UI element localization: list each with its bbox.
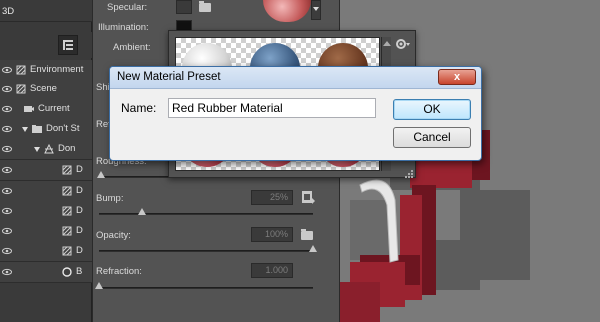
bump-slider[interactable] [99, 213, 313, 215]
roughness-slider[interactable] [99, 176, 175, 178]
light-icon [62, 267, 72, 277]
layer-label: D [76, 205, 83, 216]
layer-row[interactable]: D [0, 241, 92, 262]
visibility-eye-icon[interactable] [2, 246, 12, 256]
layer-label: B [76, 266, 83, 277]
camera-icon [24, 104, 34, 114]
refraction-value-field[interactable]: 1.000 [251, 263, 293, 278]
material-icon [62, 186, 72, 196]
layer-row[interactable]: Don [0, 139, 92, 160]
dialog-title: New Material Preset [117, 71, 221, 83]
filter-toolbar [0, 32, 92, 58]
layer-label: D [76, 225, 83, 236]
chevron-down-icon [313, 7, 319, 11]
visibility-eye-icon[interactable] [2, 226, 12, 236]
layer-label: D [76, 185, 83, 196]
3d-layers-panel: 3D Environment Scene Current Don't St Don D D D… [0, 0, 92, 322]
material-icon [62, 246, 72, 256]
layer-label: Scene [30, 83, 57, 94]
scroll-up-icon[interactable] [383, 41, 391, 46]
layer-row[interactable]: Environment [0, 60, 92, 81]
dialog-title-bar[interactable]: New Material Preset x [110, 67, 481, 89]
bump-value-field[interactable]: 25% [251, 190, 293, 205]
scene-filter-button[interactable] [58, 35, 78, 55]
opacity-slider[interactable] [99, 250, 313, 252]
roughness-slider-thumb[interactable] [97, 171, 105, 178]
specular-label: Specular: [107, 2, 148, 13]
layer-row[interactable]: D [0, 201, 92, 222]
refraction-slider-thumb[interactable] [95, 282, 103, 289]
layer-label: Don [58, 143, 76, 154]
visibility-eye-icon[interactable] [2, 144, 12, 154]
opacity-slider-thumb[interactable] [309, 245, 317, 252]
scene-tree-icon [63, 40, 73, 50]
layer-label: Current [38, 103, 70, 114]
gear-icon[interactable] [395, 37, 411, 51]
material-preview-ball[interactable] [263, 0, 311, 22]
visibility-eye-icon[interactable] [2, 186, 12, 196]
resize-grip-icon[interactable] [405, 169, 413, 178]
illumination-label: Illumination: [98, 22, 149, 33]
scene-icon [16, 84, 26, 94]
layer-label: Environment [30, 64, 84, 75]
layer-row[interactable]: D [0, 221, 92, 242]
ambient-label: Ambient: [113, 42, 151, 53]
visibility-eye-icon[interactable] [2, 206, 12, 216]
visibility-eye-icon[interactable] [2, 124, 12, 134]
folder-icon[interactable] [301, 229, 313, 240]
visibility-eye-icon[interactable] [2, 65, 12, 75]
visibility-eye-icon[interactable] [2, 104, 12, 114]
opacity-value-field[interactable]: 100% [251, 227, 293, 242]
name-label: Name: [121, 101, 157, 115]
layer-label: Don't St [46, 123, 80, 134]
bump-texture-icon[interactable] [301, 190, 315, 204]
layer-label: D [76, 164, 83, 175]
close-button[interactable]: x [438, 69, 476, 85]
shine-label: Shi [96, 82, 110, 93]
chevron-down-icon[interactable] [34, 147, 40, 152]
close-icon: x [453, 71, 461, 83]
mesh-folder-icon [32, 124, 42, 134]
name-input[interactable] [168, 98, 376, 118]
chevron-down-icon[interactable] [22, 127, 28, 132]
material-icon [62, 226, 72, 236]
panel-tab-bar: 3D [0, 0, 92, 22]
layer-row[interactable]: Don't St [0, 119, 92, 140]
tab-3d[interactable]: 3D [2, 6, 14, 17]
material-picker-toggle[interactable] [311, 0, 321, 20]
opacity-label: Opacity: [96, 230, 131, 241]
layer-row[interactable]: Scene [0, 79, 92, 100]
layer-row[interactable]: D [0, 160, 92, 181]
visibility-eye-icon[interactable] [2, 84, 12, 94]
mesh-icon [44, 143, 54, 154]
material-icon [62, 206, 72, 216]
refraction-label: Refraction: [96, 266, 142, 277]
bump-slider-thumb[interactable] [137, 208, 146, 215]
environment-icon [16, 65, 26, 75]
bump-label: Bump: [96, 193, 124, 204]
visibility-eye-icon[interactable] [2, 165, 12, 175]
ok-button[interactable]: OK [393, 99, 471, 120]
material-icon [62, 165, 72, 175]
refraction-slider[interactable] [99, 287, 313, 289]
specular-color-swatch[interactable] [176, 0, 192, 14]
layer-label: D [76, 245, 83, 256]
folder-icon[interactable] [199, 1, 211, 12]
layer-row[interactable]: D [0, 181, 92, 202]
visibility-eye-icon[interactable] [2, 267, 12, 277]
layer-row[interactable]: Current [0, 99, 92, 120]
layer-row[interactable]: B [0, 262, 92, 283]
cancel-button[interactable]: Cancel [393, 127, 471, 148]
new-material-preset-dialog: New Material Preset x Name: OK Cancel [109, 66, 482, 161]
